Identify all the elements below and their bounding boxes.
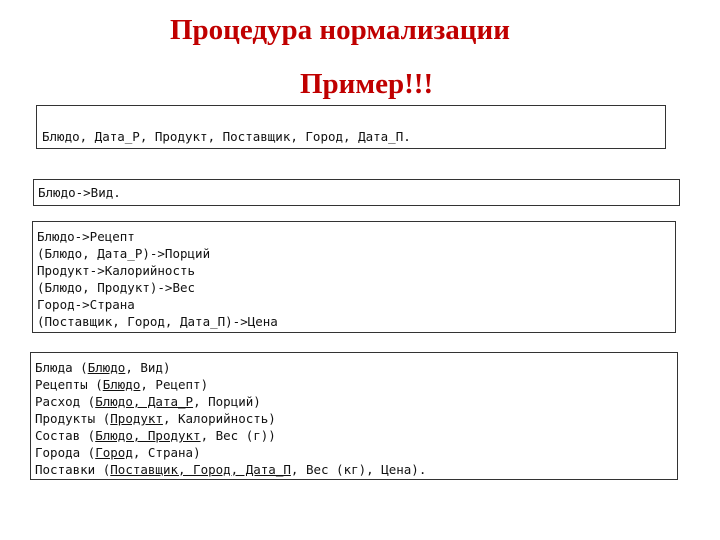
relation-key: Город <box>95 445 133 460</box>
relation-key: Блюдо <box>102 377 141 392</box>
relation-rest: , Калорийность) <box>162 411 276 426</box>
relation-key: Поставщик, Город, Дата_П <box>110 462 291 477</box>
mvd-box: Блюдо->Вид. <box>33 179 680 206</box>
relation-line: Продукты (Продукт, Калорийность) <box>35 410 677 427</box>
dependency-line: Блюдо->Рецепт <box>37 229 135 244</box>
relation-rest: , Вес (г)) <box>200 428 276 443</box>
relation-name: Расход ( <box>35 394 96 409</box>
slide-subtitle: Пример!!! <box>300 68 434 100</box>
relation-key: Продукт <box>110 411 163 426</box>
relations-box: Блюда (Блюдо, Вид) Рецепты (Блюдо, Рецеп… <box>30 352 678 480</box>
dependency-line: (Поставщик, Город, Дата_П)->Цена <box>37 314 278 329</box>
relation-line: Блюда (Блюдо, Вид) <box>35 359 677 376</box>
relation-name: Продукты ( <box>35 411 111 426</box>
relation-line: Расход (Блюдо, Дата_Р, Порций) <box>35 393 677 410</box>
relation-name: Рецепты ( <box>35 377 103 392</box>
dependency-line: Город->Страна <box>37 297 135 312</box>
relation-rest: , Вес (кг), Цена). <box>290 462 427 477</box>
relation-line: Состав (Блюдо, Продукт, Вес (г)) <box>35 427 677 444</box>
relation-rest: , Страна) <box>132 445 201 460</box>
dependency-line: (Блюдо, Дата_Р)->Порций <box>37 246 211 261</box>
relation-key: Блюдо, Дата_Р <box>95 394 194 409</box>
relation-line: Поставки (Поставщик, Город, Дата_П, Вес … <box>35 461 677 478</box>
attributes-line: Блюдо, Дата_Р, Продукт, Поставщик, Город… <box>42 129 411 144</box>
dependencies-box: Блюдо->Рецепт (Блюдо, Дата_Р)->Порций Пр… <box>32 221 676 333</box>
relation-line: Города (Город, Страна) <box>35 444 677 461</box>
relation-key: Блюдо <box>87 360 126 375</box>
relation-rest: , Вид) <box>125 360 171 375</box>
relation-rest: , Порций) <box>193 394 261 409</box>
relation-name: Города ( <box>35 445 96 460</box>
relation-name: Блюда ( <box>35 360 88 375</box>
relation-name: Состав ( <box>35 428 96 443</box>
attributes-box: Блюдо, Дата_Р, Продукт, Поставщик, Город… <box>36 105 666 149</box>
dependency-line: Продукт->Калорийность <box>37 263 196 278</box>
relation-key: Блюдо, Продукт <box>95 428 201 443</box>
relation-rest: , Рецепт) <box>140 377 209 392</box>
relation-line: Рецепты (Блюдо, Рецепт) <box>35 376 677 393</box>
slide-title: Процедура нормализации <box>170 14 510 46</box>
dependency-line: (Блюдо, Продукт)->Вес <box>37 280 196 295</box>
mvd-line: Блюдо->Вид. <box>38 185 121 200</box>
relation-name: Поставки ( <box>35 462 111 477</box>
